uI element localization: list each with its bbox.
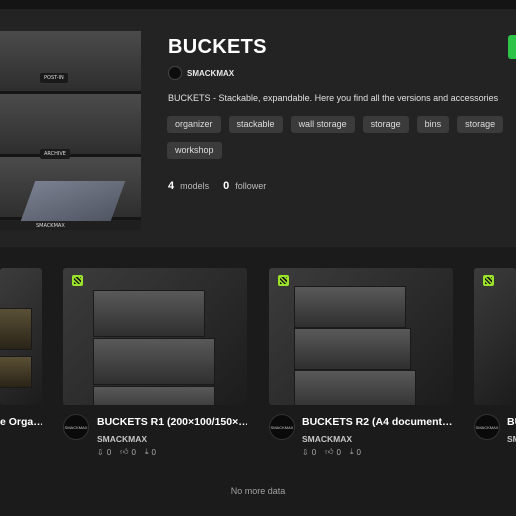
tag-bins[interactable]: bins	[416, 116, 450, 133]
follow-button[interactable]	[508, 35, 516, 59]
author-avatar[interactable]	[168, 66, 182, 80]
collect-icon: ⤓	[144, 447, 149, 456]
collection-author[interactable]: SMACKMAX	[168, 66, 234, 80]
model-card-thumbnail[interactable]	[474, 268, 516, 405]
card-author-avatar[interactable]: SMACKMAX	[63, 414, 89, 440]
model-card-title[interactable]: BUCKETS R2 (A4 document…	[302, 416, 452, 428]
followers-count: 0	[223, 180, 230, 192]
cover-label-brand: SMACKMAX	[36, 223, 65, 229]
thumbs-up-icon: 👍︎	[325, 447, 334, 456]
collection-description: BUCKETS - Stackable, expandable. Here yo…	[168, 93, 499, 103]
card-stats: ⇩ 0 👍︎ 0 ⤓ 0	[97, 447, 156, 457]
model-card-thumbnail[interactable]	[0, 268, 42, 405]
author-name[interactable]: SMACKMAX	[187, 69, 234, 78]
card-stats: ⇩ 0 👍︎ 0 ⤓ 0	[302, 447, 361, 457]
card-author-name[interactable]: SMACKMAX	[97, 434, 147, 444]
no-more-data-text: No more data	[230, 486, 286, 496]
top-bar	[0, 0, 516, 9]
collect-icon: ⤓	[349, 447, 354, 456]
collection-cover-image: POST-IN ARCHIVE SMACKMAX	[0, 31, 141, 230]
followers-label: follower	[235, 181, 267, 191]
printable-badge-icon	[483, 275, 494, 286]
card-author-avatar[interactable]: SMACKMAX	[269, 414, 295, 440]
model-card-title[interactable]: BUCKETS R1 (200×100/150×…	[97, 416, 247, 428]
model-card-thumbnail[interactable]	[63, 268, 247, 405]
collection-title: BUCKETS	[168, 36, 267, 58]
cover-label-postin: POST-IN	[40, 73, 68, 83]
model-card-thumbnail[interactable]	[269, 268, 453, 405]
card-author-avatar[interactable]: SMACKMAX	[474, 414, 500, 440]
card-author-name[interactable]: SMACKMAX	[302, 434, 352, 444]
download-icon: ⇩	[97, 447, 104, 457]
thumbs-up-icon: 👍︎	[120, 447, 129, 456]
models-label: models	[180, 181, 210, 191]
card-author-name[interactable]: SM	[507, 434, 516, 444]
model-card-title[interactable]: BU	[507, 416, 516, 428]
tag-storage-2[interactable]: storage	[457, 116, 504, 133]
tag-organizer[interactable]: organizer	[167, 116, 221, 133]
download-icon: ⇩	[302, 447, 309, 457]
tag-storage[interactable]: storage	[362, 116, 409, 133]
tag-wall-storage[interactable]: wall storage	[290, 116, 355, 133]
model-card-title[interactable]: e Orga…	[0, 416, 42, 428]
tag-workshop[interactable]: workshop	[167, 142, 222, 159]
tag-stackable[interactable]: stackable	[228, 116, 283, 133]
printable-badge-icon	[278, 275, 289, 286]
collection-stats: 4 models 0 follower	[168, 180, 266, 192]
models-count: 4	[168, 180, 175, 192]
tag-list: organizer stackable wall storage storage…	[167, 116, 516, 159]
cover-label-archive: ARCHIVE	[40, 149, 70, 159]
printable-badge-icon	[72, 275, 83, 286]
